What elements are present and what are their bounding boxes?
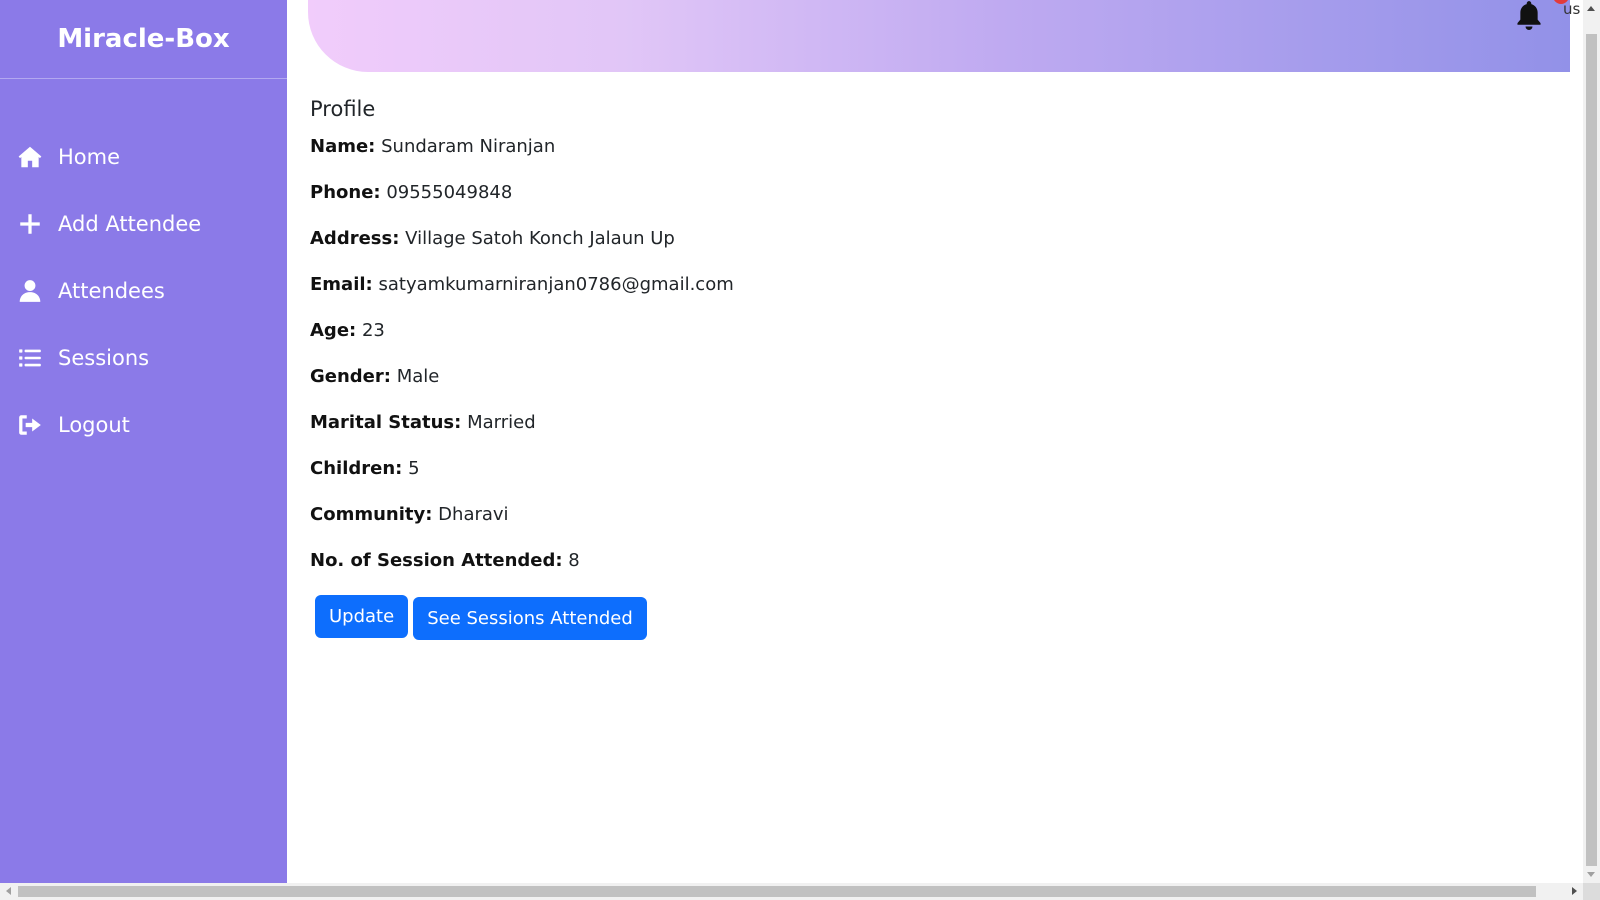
field-label: Gender:: [310, 366, 391, 387]
sidebar-item-home[interactable]: Home: [0, 123, 287, 190]
profile-field-gender: Gender: Male: [310, 365, 1510, 411]
plus-icon: [16, 210, 44, 238]
brand-title: Miracle-Box: [0, 0, 287, 79]
bell-icon[interactable]: [1515, 0, 1545, 32]
scroll-down-icon[interactable]: [1587, 872, 1595, 877]
profile-field-address: Address: Village Satoh Konch Jalaun Up: [310, 227, 1510, 273]
profile-field-age: Age: 23: [310, 319, 1510, 365]
vertical-scrollbar[interactable]: [1583, 0, 1600, 883]
user-menu[interactable]: us: [1563, 0, 1580, 18]
sidebar-item-add-attendee[interactable]: Add Attendee: [0, 190, 287, 257]
list-icon: [16, 344, 44, 372]
field-value: Male: [396, 366, 440, 387]
profile-field-sessions-attended: No. of Session Attended: 8: [310, 549, 1510, 595]
app-window: Miracle-Box Home Add Attendee Attendees: [0, 0, 1600, 900]
field-label: Marital Status:: [310, 412, 462, 433]
sidebar-item-label: Home: [58, 144, 121, 169]
profile-field-community: Community: Dharavi: [310, 503, 1510, 549]
sidebar-nav: Home Add Attendee Attendees Sessions Log…: [0, 123, 287, 458]
field-label: Name:: [310, 136, 376, 157]
page-title: Profile: [310, 97, 376, 121]
sidebar: Miracle-Box Home Add Attendee Attendees: [0, 0, 287, 883]
header-banner: [308, 0, 1570, 72]
field-label: Phone:: [310, 182, 381, 203]
vertical-scroll-thumb[interactable]: [1586, 34, 1597, 866]
field-value: Sundaram Niranjan: [381, 136, 556, 157]
horizontal-scrollbar[interactable]: [0, 883, 1583, 900]
field-value: 5: [408, 458, 420, 479]
profile-field-email: Email: satyamkumarniranjan0786@gmail.com: [310, 273, 1510, 319]
field-value: 09555049848: [386, 182, 513, 203]
sidebar-item-logout[interactable]: Logout: [0, 391, 287, 458]
profile-field-name: Name: Sundaram Niranjan: [310, 135, 1510, 181]
logout-icon: [16, 411, 44, 439]
sidebar-item-attendees[interactable]: Attendees: [0, 257, 287, 324]
field-label: Email:: [310, 274, 373, 295]
user-icon: [16, 277, 44, 305]
field-label: No. of Session Attended:: [310, 550, 563, 571]
home-icon: [16, 143, 44, 171]
scrollbar-corner: [1583, 883, 1600, 900]
field-value: 23: [361, 320, 385, 341]
update-button[interactable]: Update: [315, 595, 409, 638]
scroll-left-icon[interactable]: [6, 887, 11, 895]
field-value: satyamkumarniranjan0786@gmail.com: [378, 274, 734, 295]
profile-field-children: Children: 5: [310, 457, 1510, 503]
field-label: Community:: [310, 504, 433, 525]
profile-field-marital-status: Marital Status: Married: [310, 411, 1510, 457]
sidebar-item-label: Add Attendee: [58, 211, 202, 236]
scroll-right-icon[interactable]: [1572, 887, 1577, 895]
horizontal-scroll-thumb[interactable]: [18, 886, 1536, 897]
profile-section: Profile Name: Sundaram Niranjan Phone: 0…: [310, 94, 1510, 640]
field-label: Age:: [310, 320, 357, 341]
profile-field-phone: Phone: 09555049848: [310, 181, 1510, 227]
field-value: Married: [467, 412, 536, 433]
see-sessions-attended-button[interactable]: See Sessions Attended: [413, 597, 647, 640]
sidebar-item-label: Logout: [58, 412, 130, 437]
sidebar-item-sessions[interactable]: Sessions: [0, 324, 287, 391]
scroll-up-icon[interactable]: [1587, 6, 1595, 11]
field-value: Village Satoh Konch Jalaun Up: [405, 228, 675, 249]
field-label: Address:: [310, 228, 400, 249]
field-label: Children:: [310, 458, 403, 479]
field-value: Dharavi: [438, 504, 509, 525]
action-buttons: Update See Sessions Attended: [310, 595, 1510, 640]
field-value: 8: [568, 550, 580, 571]
main-content: us Profile Name: Sundaram Niranjan Phone…: [287, 0, 1583, 883]
sidebar-item-label: Attendees: [58, 278, 165, 303]
sidebar-item-label: Sessions: [58, 345, 150, 370]
